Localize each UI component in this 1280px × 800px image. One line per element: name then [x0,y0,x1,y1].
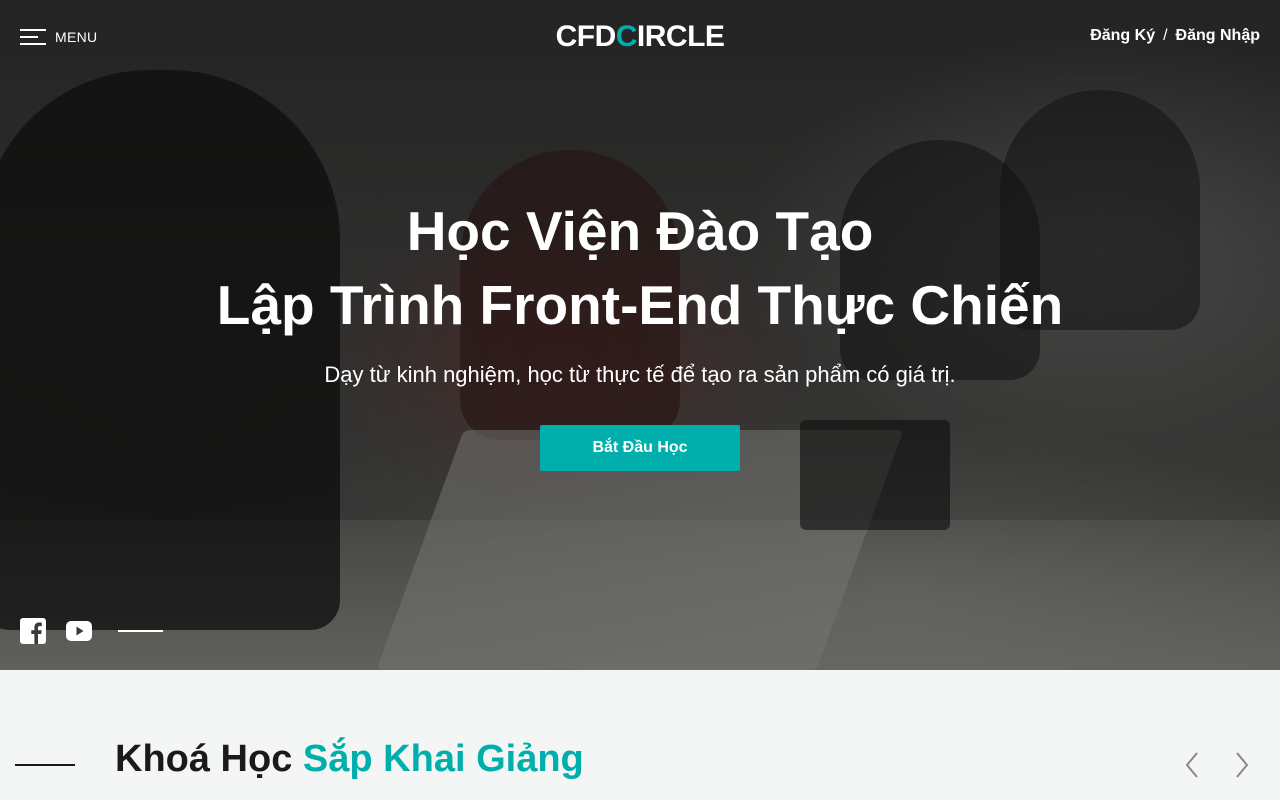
facebook-icon[interactable] [20,618,46,644]
upcoming-courses-section: Khoá Học Sắp Khai Giảng [0,670,1280,800]
start-learning-button[interactable]: Bắt Đầu Học [540,425,740,471]
hamburger-icon[interactable] [20,27,46,47]
hero-title-line1: Học Viện Đào Tạo [406,200,874,262]
chevron-left-icon[interactable] [1180,750,1204,780]
section-title-line [15,764,75,766]
hero-title: Học Viện Đào Tạo Lập Trình Front-End Thự… [140,194,1140,342]
chevron-right-icon[interactable] [1230,750,1254,780]
menu-label[interactable]: MENU [55,29,97,45]
social-divider [118,630,163,632]
section-title-accent: Sắp Khai Giảng [302,738,584,780]
carousel-nav [1180,750,1254,780]
site-header: MENU CFDCIRCLE Đăng Ký / Đăng Nhập [0,0,1280,76]
section-title: Khoá Học Sắp Khai Giảng [115,738,584,781]
hero-subtitle: Dạy từ kinh nghiệm, học từ thực tế để tạ… [324,362,956,387]
menu-button[interactable]: MENU [20,27,97,47]
site-logo[interactable]: CFDCIRCLE [540,20,740,54]
section-title-plain: Khoá Học [115,738,293,780]
auth-separator: / [1163,27,1168,44]
hero-banner: MENU CFDCIRCLE Đăng Ký / Đăng Nhập Học V… [0,0,1280,670]
hero-title-line2: Lập Trình Front-End Thực Chiến [216,274,1064,336]
social-links [20,618,163,644]
youtube-icon[interactable] [66,621,92,641]
auth-links: Đăng Ký / Đăng Nhập [1090,27,1260,45]
login-link[interactable]: Đăng Nhập [1176,27,1260,45]
register-link[interactable]: Đăng Ký [1090,27,1155,45]
